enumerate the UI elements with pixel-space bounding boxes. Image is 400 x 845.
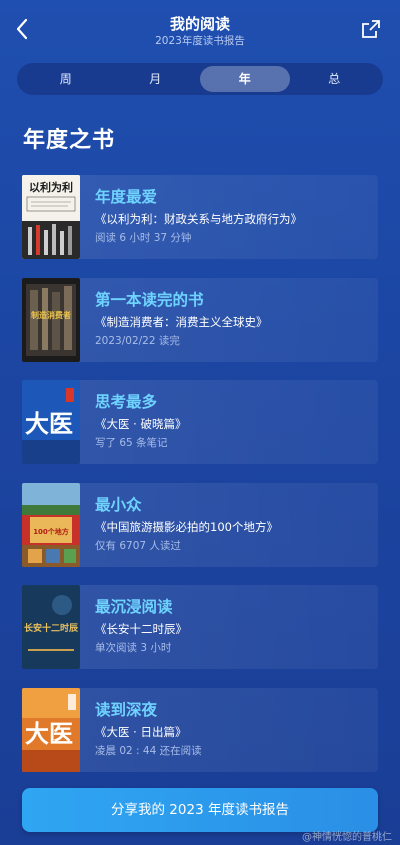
card-stat: 写了 65 条笔记 (95, 437, 168, 449)
card-book-title: 《大医 · 日出篇》 (95, 725, 187, 739)
cover-title: 制造消费者 (31, 310, 71, 320)
tab-month[interactable]: 月 (111, 66, 201, 92)
card-category: 读到深夜 (95, 701, 158, 719)
tab-week[interactable]: 周 (21, 66, 111, 92)
cover-image: 大医 (22, 688, 80, 772)
watermark: @神情恍惚的普桃仁 (302, 832, 392, 843)
book-card-niche[interactable]: 100个地方 最小众 《中国旅游摄影必拍的100个地方》 仅有 6707 人读过 (22, 483, 378, 567)
top-bar: 我的阅读 2023年度读书报告 (0, 0, 400, 56)
book-card-first-finished[interactable]: 制造消费者 第一本读完的书 《制造消费者：消费主义全球史》 2023/02/22… (22, 278, 378, 362)
card-stat: 仅有 6707 人读过 (95, 540, 181, 552)
card-category: 第一本读完的书 (95, 291, 204, 309)
card-category: 思考最多 (95, 393, 158, 411)
book-cover: 长安十二时辰 (22, 585, 80, 669)
book-cover: 制造消费者 (22, 278, 80, 362)
card-book-title: 《中国旅游摄影必拍的100个地方》 (95, 520, 278, 534)
cover-image: 100个地方 (22, 483, 80, 567)
book-cover: 100个地方 (22, 483, 80, 567)
share-report-button[interactable]: 分享我的 2023 年度读书报告 (22, 788, 378, 832)
card-category: 年度最爱 (95, 188, 158, 206)
cover-image: 以利为利 (22, 175, 80, 259)
share-icon[interactable] (360, 18, 382, 40)
book-card-most-thought[interactable]: 大医 思考最多 《大医 · 破晓篇》 写了 65 条笔记 (22, 380, 378, 464)
book-card-most-immersive[interactable]: 长安十二时辰 最沉浸阅读 《长安十二时辰》 单次阅读 3 小时 (22, 585, 378, 669)
card-stat: 阅读 6 小时 37 分钟 (95, 232, 192, 244)
tab-year[interactable]: 年 (200, 66, 290, 92)
cover-title: 大医 (25, 409, 73, 438)
card-book-title: 《大医 · 破晓篇》 (95, 417, 187, 431)
section-title: 年度之书 (23, 128, 116, 153)
tab-total[interactable]: 总 (290, 66, 380, 92)
cover-title: 长安十二时辰 (24, 622, 79, 634)
cover-image: 大医 (22, 380, 80, 464)
book-cover: 大医 (22, 380, 80, 464)
cover-title: 100个地方 (33, 527, 69, 536)
card-book-title: 《制造消费者：消费主义全球史》 (95, 315, 268, 329)
cover-title: 以利为利 (29, 180, 73, 194)
card-book-title: 《长安十二时辰》 (95, 622, 187, 636)
book-cover: 大医 (22, 688, 80, 772)
card-stat: 2023/02/22 读完 (95, 335, 180, 347)
card-category: 最小众 (95, 496, 142, 514)
book-card-late-night[interactable]: 大医 读到深夜 《大医 · 日出篇》 凌晨 02 : 44 还在阅读 (22, 688, 378, 772)
card-stat: 凌晨 02 : 44 还在阅读 (95, 745, 202, 757)
card-stat: 单次阅读 3 小时 (95, 642, 172, 654)
cover-title: 大医 (25, 719, 73, 748)
book-card-favorite[interactable]: 以利为利 年度最爱 《以利为利：财政关系与地方政府行为》 阅读 6 小时 37 … (22, 175, 378, 259)
card-book-title: 《以利为利：财政关系与地方政府行为》 (95, 212, 302, 226)
page-subtitle: 2023年度读书报告 (155, 35, 245, 47)
book-cover: 以利为利 (22, 175, 80, 259)
period-tabs: 周 月 年 总 (17, 63, 383, 95)
card-category: 最沉浸阅读 (95, 598, 173, 616)
cover-image: 制造消费者 (22, 278, 80, 362)
cover-image: 长安十二时辰 (22, 585, 80, 669)
page-title: 我的阅读 (169, 15, 230, 33)
